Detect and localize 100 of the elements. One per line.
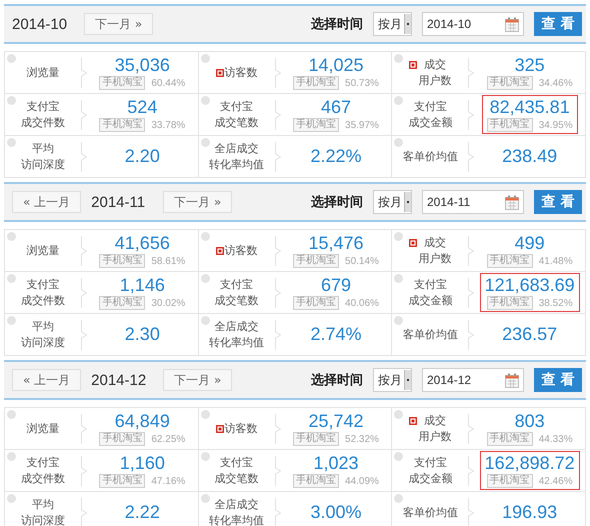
metric-label: 支付宝 <box>26 454 60 470</box>
help-icon[interactable] <box>394 494 404 503</box>
query-button[interactable]: 查 看 <box>534 368 582 392</box>
mobile-tag: 手机淘宝 <box>293 296 340 310</box>
next-month-button[interactable]: 下一月 » <box>84 13 154 35</box>
metric-label: 支付宝 <box>220 276 254 292</box>
metric-label: 支付宝 <box>414 276 447 292</box>
metric-label: 用户数 <box>418 72 452 88</box>
help-icon[interactable] <box>394 96 404 105</box>
help-icon[interactable] <box>394 274 404 283</box>
share-percent: 34.46% <box>538 78 573 88</box>
query-button[interactable]: 查 看 <box>534 12 582 36</box>
metric-label: 浏览量 <box>26 420 60 436</box>
prev-month-button[interactable]: « 上一月 <box>12 369 82 391</box>
metric-value: 499 <box>514 233 545 254</box>
metric-value: 238.49 <box>502 146 558 167</box>
help-icon[interactable] <box>7 54 16 63</box>
metric-value: 41,656 <box>114 233 170 254</box>
chevron-divider <box>468 100 474 130</box>
calendar-icon[interactable] <box>505 372 519 388</box>
chevron-divider <box>81 498 87 526</box>
date-field[interactable]: 2014-11 <box>422 190 524 214</box>
prev-month-button[interactable]: « 上一月 <box>12 191 82 213</box>
metric-label: 转化率均值 <box>209 512 264 526</box>
next-month-button[interactable]: 下一月 » <box>163 191 232 213</box>
chevron-divider <box>81 236 87 266</box>
share-percent: 47.16% <box>151 476 186 486</box>
metric-value: 1,023 <box>313 453 359 474</box>
metric-label: 访客数 <box>224 64 258 80</box>
chevron-divider <box>274 456 281 486</box>
period-dropdown[interactable]: 按月 <box>373 190 412 214</box>
calendar-icon[interactable] <box>505 194 519 210</box>
share-percent: 44.09% <box>345 476 379 486</box>
help-icon[interactable] <box>200 54 210 63</box>
metric-label: 成交件数 <box>21 114 65 130</box>
select-time-label: 选择时间 <box>311 194 363 211</box>
share-percent: 41.48% <box>538 256 573 266</box>
mobile-tag: 手机淘宝 <box>486 254 533 268</box>
help-icon[interactable] <box>200 232 210 241</box>
select-time-label: 选择时间 <box>311 16 363 33</box>
help-icon[interactable] <box>200 410 210 419</box>
date-field[interactable]: 2014-10 <box>422 12 524 36</box>
mobile-tag: 手机淘宝 <box>486 296 533 310</box>
help-icon[interactable] <box>7 316 16 325</box>
help-icon[interactable] <box>200 274 210 283</box>
metric-value: 1,160 <box>120 453 165 474</box>
next-month-button[interactable]: 下一月 » <box>163 369 232 391</box>
metric-value: 196.93 <box>502 502 558 523</box>
metric-label: 成交笔数 <box>214 292 259 308</box>
chevron-divider <box>468 414 474 444</box>
help-icon[interactable] <box>7 452 16 461</box>
help-icon[interactable] <box>7 138 16 147</box>
chevron-divider <box>468 498 474 526</box>
query-button[interactable]: 查 看 <box>534 190 582 214</box>
metric-label: 用户数 <box>418 250 452 266</box>
help-icon[interactable] <box>7 494 16 503</box>
metric-label: 成交金额 <box>408 292 452 308</box>
metric-value: 14,025 <box>308 55 364 76</box>
help-icon[interactable] <box>200 494 210 503</box>
month-label: 2014-10 <box>12 16 68 32</box>
share-percent: 50.14% <box>345 256 379 266</box>
help-icon[interactable] <box>7 274 16 283</box>
share-percent: 30.02% <box>151 298 186 308</box>
metric-label: 成交金额 <box>408 114 452 130</box>
metric-label: 成交金额 <box>408 470 452 486</box>
help-icon[interactable] <box>200 138 210 147</box>
mobile-tag: 手机淘宝 <box>99 118 146 132</box>
help-icon[interactable] <box>394 232 404 241</box>
metric-label: 支付宝 <box>26 98 60 114</box>
help-icon[interactable] <box>200 96 210 105</box>
chevron-divider <box>274 236 281 266</box>
help-icon[interactable] <box>200 452 210 461</box>
date-field[interactable]: 2014-12 <box>422 368 524 392</box>
help-icon[interactable] <box>7 232 16 241</box>
help-icon[interactable] <box>394 138 404 147</box>
chevron-divider <box>468 456 474 486</box>
help-icon[interactable] <box>394 316 404 325</box>
metric-value: 325 <box>514 55 545 76</box>
period-dropdown[interactable]: 按月 <box>373 368 412 392</box>
period-dropdown[interactable]: 按月 <box>373 12 412 36</box>
metric-value: 3.00% <box>310 502 362 523</box>
chevron-divider <box>274 278 281 308</box>
chevron-divider <box>81 100 87 130</box>
help-icon[interactable] <box>200 316 210 325</box>
metric-label: 支付宝 <box>220 98 254 114</box>
share-percent: 58.61% <box>151 256 186 266</box>
share-percent: 50.73% <box>345 78 379 88</box>
metric-label: 成交笔数 <box>214 470 259 486</box>
share-percent: 60.44% <box>151 78 186 88</box>
help-icon[interactable] <box>7 410 16 419</box>
metric-label: 平均 <box>32 496 54 512</box>
help-icon[interactable] <box>394 54 404 63</box>
help-icon[interactable] <box>394 410 404 419</box>
metric-value: 467 <box>320 97 352 118</box>
help-icon[interactable] <box>7 96 16 105</box>
metric-label: 支付宝 <box>26 276 60 292</box>
calendar-icon[interactable] <box>505 16 519 32</box>
help-icon[interactable] <box>394 452 404 461</box>
share-percent: 33.78% <box>151 120 186 130</box>
metric-label: 客单价均值 <box>402 326 458 342</box>
